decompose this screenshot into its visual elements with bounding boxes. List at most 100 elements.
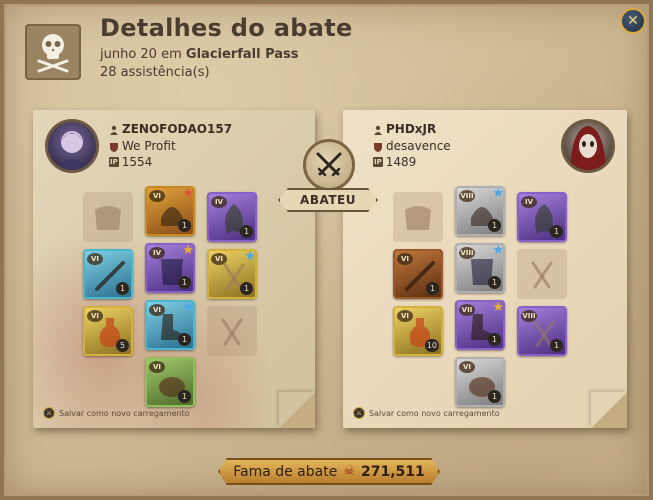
victim-avatar[interactable] bbox=[561, 119, 615, 173]
tier-badge: VI bbox=[459, 361, 475, 373]
killer-panel: ZENOFODAO157 We Profit IP 1554 VI 1 ★ IV 1 VI… bbox=[33, 110, 315, 428]
victim-slot-weapon[interactable]: VI 1 bbox=[393, 249, 443, 299]
victim-slot-shoes[interactable]: VII 1 ★ bbox=[455, 300, 505, 350]
location-prefix: em bbox=[161, 47, 182, 62]
tier-badge: VI bbox=[397, 310, 413, 322]
paper-curl bbox=[591, 392, 627, 428]
quantity-badge: 1 bbox=[488, 390, 501, 403]
victim-ip-row: IP 1489 bbox=[373, 155, 416, 169]
enchant-star-icon: ★ bbox=[182, 243, 194, 258]
killer-slot-potion[interactable]: VI 5 bbox=[83, 306, 133, 356]
killer-guild[interactable]: We Profit bbox=[122, 139, 176, 153]
quantity-badge: 1 bbox=[240, 225, 253, 238]
loadout-icon: ⚔ bbox=[353, 407, 365, 419]
killer-slot-food bbox=[207, 306, 257, 356]
killer-slot-shoes[interactable]: VI 1 ★ bbox=[145, 300, 195, 350]
killed-label: ABATEU bbox=[278, 188, 378, 212]
quantity-badge: 1 bbox=[116, 282, 129, 295]
kill-fame-label: Fama de abate bbox=[233, 463, 338, 480]
victim-panel: PHDxJR desavence IP 1489 VIII 1 ★ IV 1 VI 1 VII… bbox=[343, 110, 627, 428]
tier-badge: VI bbox=[149, 190, 165, 202]
victim-slot-cape[interactable]: IV 1 bbox=[517, 192, 567, 242]
save-loadout-label: Salvar como novo carregamento bbox=[369, 408, 500, 418]
tier-badge: VII bbox=[459, 304, 475, 316]
bag-icon bbox=[89, 198, 127, 236]
killer-avatar[interactable] bbox=[45, 119, 99, 173]
kill-fame-bar: Fama de abate ☠ 271,511 bbox=[218, 458, 440, 485]
quantity-badge: 1 bbox=[178, 390, 191, 403]
tier-badge: IV bbox=[521, 196, 537, 208]
tier-badge: VIII bbox=[459, 190, 475, 202]
save-loadout-label: Salvar como novo carregamento bbox=[59, 408, 190, 418]
close-icon: ✕ bbox=[627, 13, 639, 29]
quantity-badge: 1 bbox=[550, 339, 563, 352]
enchant-star-icon: ★ bbox=[492, 300, 504, 315]
victim-name-row: PHDxJR bbox=[373, 122, 436, 136]
killer-name-row: ZENOFODAO157 bbox=[109, 122, 232, 136]
quantity-badge: 1 bbox=[488, 219, 501, 232]
victim-slot-head[interactable]: VIII 1 ★ bbox=[455, 186, 505, 236]
quantity-badge: 1 bbox=[240, 282, 253, 295]
tier-badge: VIII bbox=[459, 247, 475, 259]
victim-slot-offhand bbox=[517, 249, 567, 299]
enchant-star-icon: ★ bbox=[244, 249, 256, 264]
victim-slot-chest[interactable]: VIII 1 ★ bbox=[455, 243, 505, 293]
quantity-badge: 1 bbox=[488, 276, 501, 289]
skull-crossbones-icon bbox=[25, 24, 81, 80]
quantity-badge: 1 bbox=[426, 282, 439, 295]
killer-slot-mount[interactable]: VI 1 bbox=[145, 357, 195, 407]
tier-badge: VI bbox=[211, 253, 227, 265]
killer-ip: 1554 bbox=[121, 155, 153, 169]
item-power-icon: IP bbox=[373, 157, 383, 167]
killer-guild-row: We Profit bbox=[109, 139, 176, 153]
victim-name[interactable]: PHDxJR bbox=[386, 122, 436, 136]
player-icon bbox=[373, 124, 383, 135]
tier-badge: IV bbox=[149, 247, 165, 259]
quantity-badge: 1 bbox=[488, 333, 501, 346]
quantity-badge: 1 bbox=[178, 333, 191, 346]
close-button[interactable]: ✕ bbox=[620, 8, 646, 34]
tier-badge: VIII bbox=[521, 310, 537, 322]
enchant-star-icon: ★ bbox=[182, 300, 194, 315]
kill-location: Glacierfall Pass bbox=[185, 47, 299, 62]
guild-shield-icon bbox=[109, 141, 119, 152]
killer-name[interactable]: ZENOFODAO157 bbox=[122, 122, 232, 136]
kill-date-location: junho 20 em Glacierfall Pass bbox=[100, 47, 299, 62]
killer-slot-bag bbox=[83, 192, 133, 242]
victim-slot-bag bbox=[393, 192, 443, 242]
player-icon bbox=[109, 124, 119, 135]
kill-fame-value: 271,511 bbox=[361, 463, 425, 480]
save-loadout-link[interactable]: ⚔ Salvar como novo carregamento bbox=[353, 407, 500, 419]
bag-icon bbox=[399, 198, 437, 236]
victim-guild[interactable]: desavence bbox=[386, 139, 451, 153]
victim-guild-row: desavence bbox=[373, 139, 451, 153]
crossed-swords-icon bbox=[303, 139, 355, 191]
quantity-badge: 5 bbox=[116, 339, 129, 352]
victim-slot-mount[interactable]: VI 1 bbox=[455, 357, 505, 407]
victim-ip: 1489 bbox=[385, 155, 417, 169]
assists-count: 28 assistência(s) bbox=[100, 65, 210, 80]
victim-slot-potion[interactable]: VI 10 bbox=[393, 306, 443, 356]
quantity-badge: 10 bbox=[424, 339, 439, 352]
quantity-badge: 1 bbox=[178, 276, 191, 289]
tier-badge: VI bbox=[149, 304, 165, 316]
save-loadout-link[interactable]: ⚔ Salvar como novo carregamento bbox=[43, 407, 190, 419]
killer-slot-cape[interactable]: IV 1 bbox=[207, 192, 257, 242]
loadout-icon: ⚔ bbox=[43, 407, 55, 419]
quantity-badge: 1 bbox=[178, 219, 191, 232]
killer-slot-weapon[interactable]: VI 1 bbox=[83, 249, 133, 299]
enchant-star-icon: ★ bbox=[492, 243, 504, 258]
killer-slot-head[interactable]: VI 1 ★ bbox=[145, 186, 195, 236]
page-title: Detalhes do abate bbox=[100, 14, 353, 42]
tier-badge: VI bbox=[397, 253, 413, 265]
offhand-icon bbox=[523, 255, 561, 293]
killer-slot-chest[interactable]: IV 1 ★ bbox=[145, 243, 195, 293]
killer-slot-offhand[interactable]: VI 1 ★ bbox=[207, 249, 257, 299]
quantity-badge: 1 bbox=[550, 225, 563, 238]
tier-badge: VI bbox=[87, 253, 103, 265]
skull-icon: ☠ bbox=[343, 464, 355, 479]
tier-badge: VI bbox=[149, 361, 165, 373]
paper-curl bbox=[279, 392, 315, 428]
enchant-star-icon: ★ bbox=[182, 186, 194, 201]
victim-slot-food[interactable]: VIII 1 bbox=[517, 306, 567, 356]
